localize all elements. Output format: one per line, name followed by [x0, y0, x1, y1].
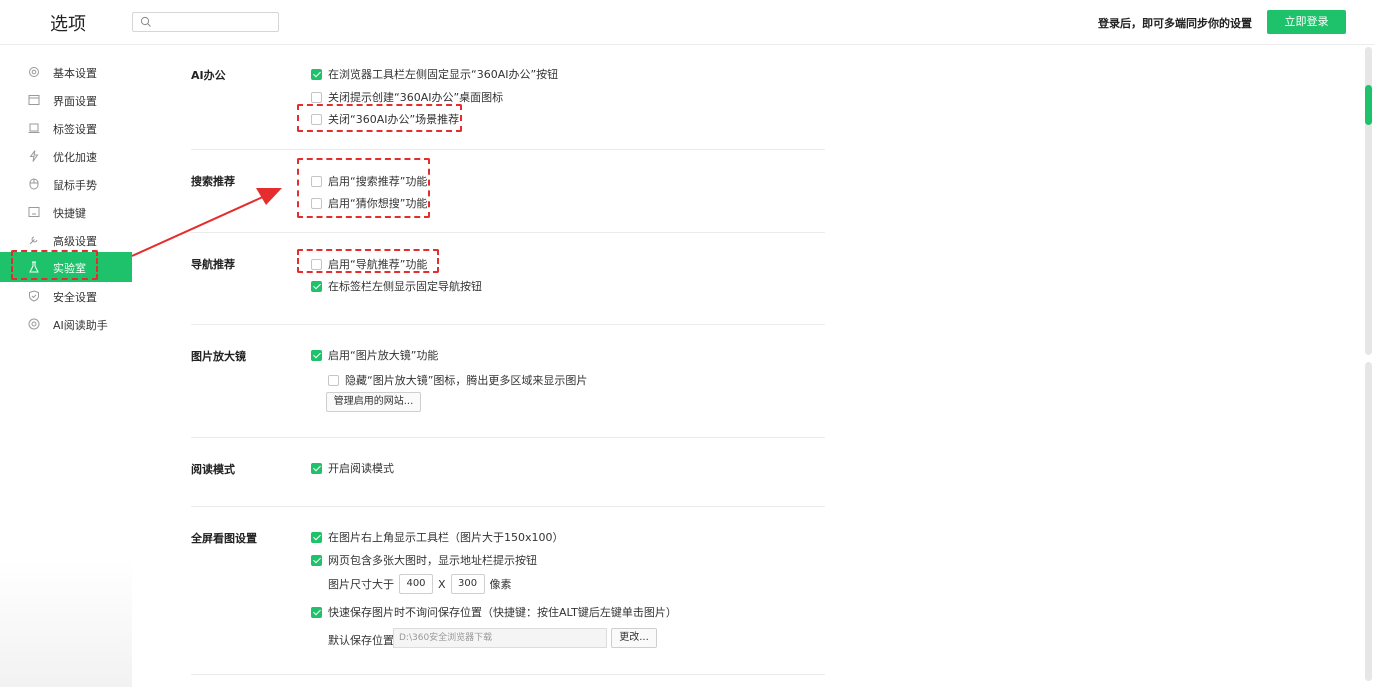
section-title-nav: 导航推荐 [191, 258, 235, 271]
sidebar: 基本设置 界面设置 标签设置 优化加速 鼠标手势 快捷键 高级设置 实验室 安全… [0, 46, 132, 687]
sidebar-item-label: 标签设置 [53, 123, 97, 136]
option-label: 启用“图片放大镜”功能 [328, 349, 439, 362]
divider [191, 674, 825, 675]
option-label: 开启阅读模式 [328, 462, 394, 475]
sidebar-item-label: 安全设置 [53, 291, 97, 304]
sidebar-item-label: 高级设置 [53, 235, 97, 248]
window-icon [28, 95, 40, 105]
checkbox-checked[interactable] [311, 531, 322, 543]
annotation-box-search [297, 158, 430, 218]
size-label: 图片尺寸大于 [328, 578, 394, 591]
search-icon [140, 16, 151, 27]
login-button[interactable]: 立即登录 [1267, 10, 1346, 34]
sidebar-item-basic[interactable]: 基本设置 [0, 58, 132, 86]
option-nav-fixed-button[interactable]: 在标签栏左侧显示固定导航按钮 [311, 278, 482, 294]
checkbox-checked[interactable] [311, 462, 322, 474]
wrench-icon [29, 236, 38, 245]
sidebar-item-security[interactable]: 安全设置 [0, 282, 132, 310]
sidebar-item-label: 界面设置 [53, 95, 97, 108]
sidebar-item-label: 鼠标手势 [53, 179, 97, 192]
option-magnifier-hide-icon[interactable]: 隐藏“图片放大镜”图标，腾出更多区域来显示图片 [328, 372, 587, 388]
option-label: 在标签栏左侧显示固定导航按钮 [328, 280, 482, 293]
option-label: 隐藏“图片放大镜”图标，腾出更多区域来显示图片 [345, 374, 588, 387]
annotation-arrow [131, 188, 282, 257]
tab-icon [28, 123, 40, 133]
section-title-search: 搜索推荐 [191, 175, 235, 188]
manage-sites-button[interactable]: 管理启用的网站... [326, 392, 421, 412]
header-bar: 选项 登录后，即可多端同步你的设置 立即登录 [0, 0, 1375, 45]
image-size-row: 图片尺寸大于 400 X 300 像素 [328, 574, 512, 594]
gear-icon [29, 67, 39, 77]
option-label: 在浏览器工具栏左侧固定显示“360AI办公”按钮 [328, 68, 559, 81]
option-fullscreen-address-hint[interactable]: 网页包含多张大图时，显示地址栏提示按钮 [311, 552, 537, 568]
sidebar-item-label: 基本设置 [53, 67, 97, 80]
checkbox-unchecked[interactable] [311, 91, 322, 103]
option-reading-mode[interactable]: 开启阅读模式 [311, 460, 394, 476]
option-quick-save[interactable]: 快速保存图片时不询问保存位置（快捷键：按住ALT键后左键单击图片） [311, 604, 677, 620]
section-title-fullscreen: 全屏看图设置 [191, 532, 257, 545]
option-label: 关闭提示创建“360AI办公”桌面图标 [328, 91, 504, 104]
option-magnifier-enable[interactable]: 启用“图片放大镜”功能 [311, 347, 438, 363]
checkbox-checked[interactable] [311, 280, 322, 292]
option-label: 快速保存图片时不询问保存位置（快捷键：按住ALT键后左键单击图片） [328, 606, 677, 619]
sidebar-item-shortcuts[interactable]: 快捷键 [0, 198, 132, 226]
checkbox-checked[interactable] [311, 606, 322, 618]
option-ai-toolbar-button[interactable]: 在浏览器工具栏左侧固定显示“360AI办公”按钮 [311, 66, 558, 82]
keyboard-icon [28, 207, 40, 217]
ai-icon [28, 318, 40, 330]
option-ai-desktop-icon[interactable]: 关闭提示创建“360AI办公”桌面图标 [311, 89, 503, 105]
scrollbar[interactable] [1365, 47, 1372, 681]
sidebar-item-optimize[interactable]: 优化加速 [0, 142, 132, 170]
checkbox-checked[interactable] [311, 68, 322, 80]
times-label: X [438, 577, 446, 591]
height-input[interactable]: 300 [450, 574, 485, 594]
scrollbar-thumb[interactable] [1365, 85, 1372, 125]
mouse-icon [29, 178, 39, 190]
checkbox-unchecked[interactable] [328, 374, 339, 386]
sidebar-item-label: AI阅读助手 [53, 319, 108, 332]
section-title-ai: AI办公 [191, 69, 226, 82]
sidebar-item-tabs[interactable]: 标签设置 [0, 114, 132, 142]
sidebar-item-mouse[interactable]: 鼠标手势 [0, 170, 132, 198]
divider [191, 437, 825, 438]
annotation-box-ai [297, 104, 462, 132]
annotation-box-lab [11, 250, 98, 280]
lightning-icon [29, 150, 39, 162]
sidebar-item-ai-reader[interactable]: AI阅读助手 [0, 310, 132, 338]
divider [191, 149, 825, 150]
checkbox-checked[interactable] [311, 349, 322, 361]
search-input[interactable] [132, 12, 279, 32]
sidebar-item-label: 优化加速 [53, 151, 97, 164]
option-label: 在图片右上角显示工具栏（图片大于150x100） [328, 531, 564, 544]
divider [191, 324, 825, 325]
sidebar-item-label: 快捷键 [53, 207, 86, 220]
shield-icon [29, 290, 39, 302]
page-title: 选项 [50, 14, 86, 35]
scrollbar-track [1365, 362, 1372, 681]
sidebar-item-interface[interactable]: 界面设置 [0, 86, 132, 114]
change-path-button[interactable]: 更改... [611, 628, 657, 648]
section-title-magnifier: 图片放大镜 [191, 350, 246, 363]
option-fullscreen-toolbar[interactable]: 在图片右上角显示工具栏（图片大于150x100） [311, 529, 564, 545]
checkbox-checked[interactable] [311, 554, 322, 566]
login-prompt: 登录后，即可多端同步你的设置 [1098, 17, 1252, 30]
section-title-reading: 阅读模式 [191, 463, 235, 476]
option-label: 网页包含多张大图时，显示地址栏提示按钮 [328, 554, 537, 567]
divider [191, 506, 825, 507]
unit-label: 像素 [489, 578, 512, 591]
divider [191, 232, 825, 233]
width-input[interactable]: 400 [399, 574, 433, 594]
annotation-box-nav [297, 249, 439, 273]
save-path-input[interactable]: D:\360安全浏览器下载 [393, 628, 607, 648]
